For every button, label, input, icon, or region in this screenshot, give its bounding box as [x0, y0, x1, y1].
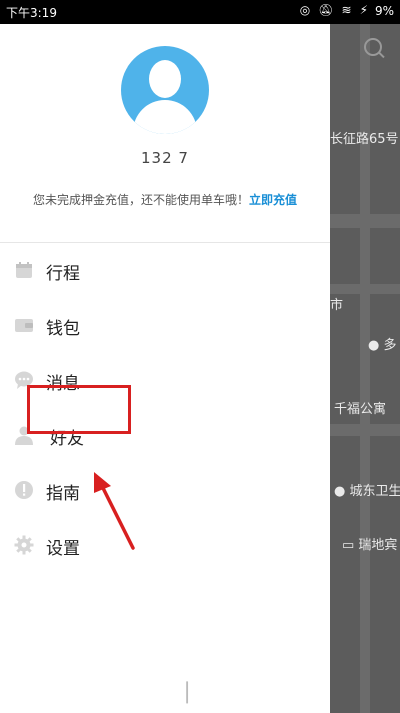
wallet-icon — [15, 319, 33, 332]
map-label: ▭ 瑞地宾 — [342, 538, 398, 553]
divider — [0, 242, 330, 243]
menu-item-guide[interactable]: 指南 — [0, 470, 330, 510]
menu-item-wallet[interactable]: 钱包 — [0, 305, 330, 345]
map-label-text: 瑞地宾 — [358, 538, 398, 553]
map-label-text: 城东卫生 — [349, 484, 400, 499]
nfc-icon: ◎ — [299, 3, 311, 17]
map-label: 长征路65号 — [330, 132, 399, 147]
map-label-text: 多 — [383, 338, 397, 353]
battery-level: 9% — [374, 4, 394, 18]
gear-icon — [14, 535, 34, 555]
map-label: ● 城东卫生 — [334, 484, 400, 499]
side-drawer: 132 7 您未完成押金充值，还不能使用单车哦！立即充值 行程 钱包 消息 好友… — [0, 24, 330, 713]
avatar[interactable] — [121, 46, 209, 134]
menu-label: 设置 — [46, 539, 80, 559]
status-time: 下午3:19 — [6, 6, 57, 20]
menu-label: 行程 — [46, 264, 80, 284]
menu-item-settings[interactable]: 设置 — [0, 525, 330, 565]
menu-label: 钱包 — [46, 319, 80, 339]
menu-item-trips[interactable]: 行程 — [0, 250, 330, 290]
highlight-box — [27, 385, 131, 434]
notice-text: 您未完成押金充值，还不能使用单车哦！ — [32, 193, 249, 207]
status-bar: 下午3:19 ◎ 🔕︎ ≋ ⚡︎ 9% — [0, 0, 400, 24]
wifi-icon: ≋ — [341, 3, 352, 17]
map-label: ● 多 — [368, 338, 397, 353]
avatar-body — [133, 100, 197, 134]
avatar-head — [149, 60, 181, 98]
recharge-link[interactable]: 立即充值 — [249, 193, 297, 207]
phone-number: 132 7 — [141, 149, 189, 167]
map-label: 市 — [330, 298, 344, 313]
map-label: 千福公寓 — [334, 402, 387, 417]
charging-icon: ⚡︎ — [359, 3, 368, 17]
deposit-notice: 您未完成押金充值，还不能使用单车哦！立即充值 — [0, 191, 330, 208]
map-background[interactable]: 长征路65号 市 ● 多 千福公寓 ● 城东卫生 ▭ 瑞地宾 — [330, 24, 400, 713]
calendar-icon — [16, 262, 32, 278]
guide-icon — [15, 481, 33, 499]
search-icon[interactable] — [364, 38, 382, 56]
decorative-mark: ❘ — [178, 679, 197, 704]
menu-label: 指南 — [46, 484, 80, 504]
mute-icon: 🔕︎ — [318, 3, 334, 17]
status-icons: ◎ 🔕︎ ≋ ⚡︎ — [300, 3, 368, 17]
